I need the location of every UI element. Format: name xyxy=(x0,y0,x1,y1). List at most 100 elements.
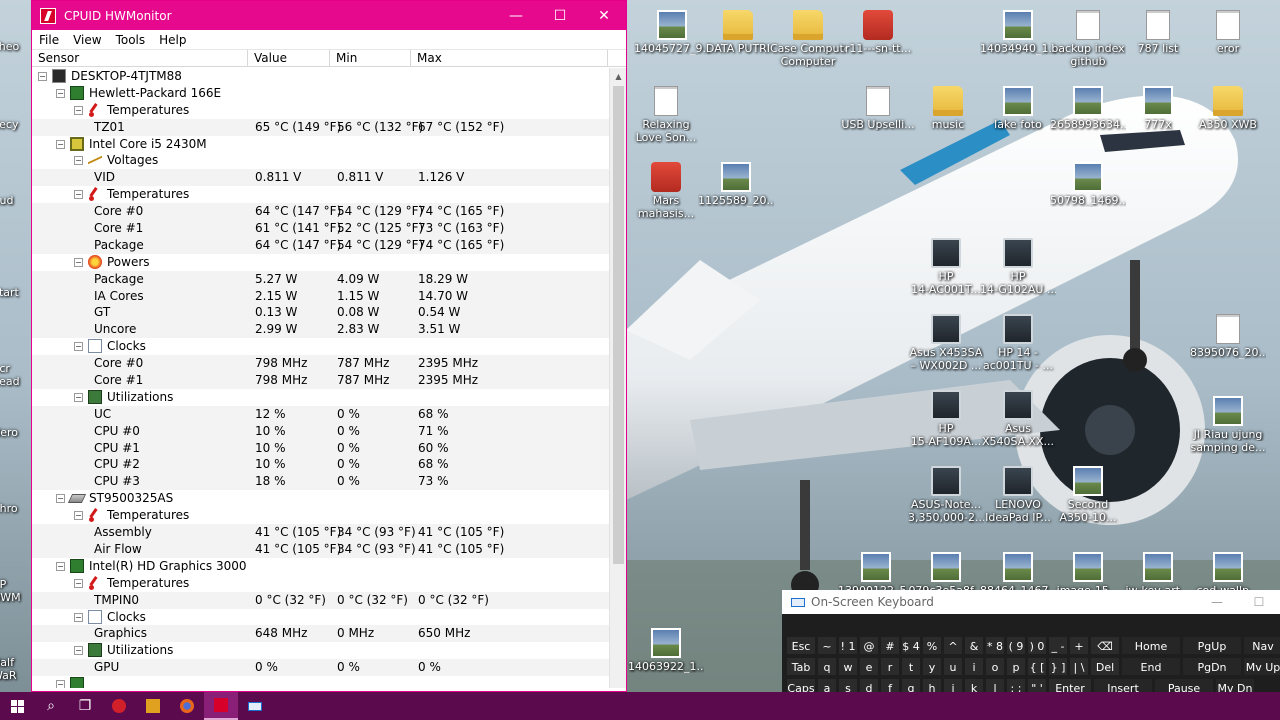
sensor-group-row[interactable]: − Temperatures xyxy=(32,102,609,119)
collapse-toggle-icon[interactable]: − xyxy=(74,511,83,521)
osk-key[interactable]: w xyxy=(838,657,858,676)
osk-key[interactable]: PgUp xyxy=(1182,636,1242,655)
osk-key[interactable]: i xyxy=(964,657,984,676)
osk-key[interactable]: _ - xyxy=(1048,636,1068,655)
osk-key[interactable]: ! 1 xyxy=(838,636,858,655)
desktop-icon[interactable]: HP 15-AF109A... xyxy=(908,390,984,448)
osk-key[interactable]: % 5 xyxy=(922,636,942,672)
column-value[interactable]: Value xyxy=(248,50,330,66)
desktop-icon-partial[interactable]: Theo xyxy=(0,40,32,53)
menu-tools[interactable]: Tools xyxy=(109,33,153,47)
sensor-reading-row[interactable]: CPU #2 10 % 0 % 68 % xyxy=(32,456,609,474)
sensor-reading-row[interactable]: Core #1 798 MHz 787 MHz 2395 MHz xyxy=(32,372,609,389)
sensor-reading-row[interactable]: TZ01 65 °C (149 °F) 56 °C (132 °F) 67 °C (1… xyxy=(32,118,609,136)
osk-maximize-button[interactable]: ☐ xyxy=(1238,595,1280,609)
sensor-group-row[interactable]: − Temperatures xyxy=(32,186,609,203)
desktop-icon[interactable]: 14045727_9... xyxy=(634,10,710,55)
osk-key[interactable]: ⌫ xyxy=(1090,636,1120,655)
desktop-icon[interactable]: Asus X453SA – WX002D ... xyxy=(908,314,984,372)
sensor-reading-row[interactable]: CPU #0 10 % 0 % 71 % xyxy=(32,422,609,440)
osk-key[interactable]: Home xyxy=(1121,636,1181,655)
sensor-reading-row[interactable]: VID 0.811 V 0.811 V 1.126 V xyxy=(32,169,609,187)
sensor-group-row[interactable]: − Voltages xyxy=(32,152,609,169)
column-max[interactable]: Max xyxy=(411,50,608,66)
desktop-icon[interactable]: A350 XWB xyxy=(1190,86,1266,131)
desktop-icon-partial[interactable]: Aud xyxy=(0,194,32,207)
osk-key[interactable]: ) 0 xyxy=(1027,636,1047,655)
desktop-icon[interactable]: 50798_1469... xyxy=(1050,162,1126,207)
osk-key[interactable]: Del xyxy=(1090,657,1120,676)
osk-key[interactable]: End xyxy=(1121,657,1181,676)
desktop-icon[interactable]: JI Riau ujung samping de... xyxy=(1190,396,1266,454)
osk-key[interactable]: PgDn xyxy=(1182,657,1242,676)
osk-key[interactable]: y xyxy=(922,657,942,676)
desktop-icon[interactable]: lake foto xyxy=(980,86,1056,131)
start-button[interactable] xyxy=(0,692,34,720)
menu-help[interactable]: Help xyxy=(152,33,193,47)
maximize-button[interactable]: ☐ xyxy=(538,1,582,30)
sensor-group-row[interactable]: − DESKTOP-4TJTM88 xyxy=(32,68,609,85)
collapse-toggle-icon[interactable]: − xyxy=(74,342,83,352)
collapse-toggle-icon[interactable]: − xyxy=(74,257,83,267)
osk-key[interactable]: r xyxy=(880,657,900,676)
desktop-icon[interactable]: HP 14-AC001T... xyxy=(908,238,984,296)
desktop-icon-partial[interactable]: Half WaR xyxy=(0,656,32,682)
collapse-toggle-icon[interactable]: − xyxy=(56,494,65,504)
menu-view[interactable]: View xyxy=(66,33,108,47)
osk-key[interactable]: { [ xyxy=(1027,657,1047,676)
sensor-group-row[interactable]: − Utilizations xyxy=(32,389,609,406)
osk-key[interactable]: Mv Up xyxy=(1243,657,1280,676)
osk-minimize-button[interactable]: — xyxy=(1196,595,1238,609)
search-button[interactable]: ⌕ xyxy=(34,692,68,720)
taskbar-app-tool[interactable] xyxy=(136,692,170,720)
collapse-toggle-icon[interactable]: − xyxy=(74,578,83,588)
scroll-up-arrow-icon[interactable]: ▲ xyxy=(610,68,627,85)
collapse-toggle-icon[interactable]: − xyxy=(74,105,83,115)
osk-key[interactable]: ~ ` xyxy=(817,636,837,672)
collapse-toggle-icon[interactable]: − xyxy=(74,392,83,402)
sensor-group-row[interactable]: − Utilizations xyxy=(32,642,609,659)
collapse-toggle-icon[interactable]: − xyxy=(74,156,83,166)
desktop-icon[interactable]: 2658993634... xyxy=(1050,86,1126,131)
osk-key[interactable]: Nav xyxy=(1243,636,1280,655)
desktop-icon[interactable]: r11---sn-tt... xyxy=(840,10,916,55)
sensor-reading-row[interactable]: Core #0 64 °C (147 °F) 54 °C (129 °F) 74 °C… xyxy=(32,203,609,221)
sensor-reading-row[interactable]: CPU #1 10 % 0 % 60 % xyxy=(32,439,609,457)
desktop-icon[interactable]: Relaxing Love Son... xyxy=(628,86,704,144)
minimize-button[interactable]: — xyxy=(494,1,538,30)
collapse-toggle-icon[interactable]: − xyxy=(74,612,83,622)
sensor-group-row[interactable]: − ST9500325AS xyxy=(32,490,609,507)
desktop-icon-partial[interactable]: Nero xyxy=(0,426,32,439)
desktop-icon[interactable]: 14063922_1... xyxy=(628,628,704,673)
desktop-icon[interactable]: 14034940_1... xyxy=(980,10,1056,55)
osk-key[interactable]: ( 9 xyxy=(1006,636,1026,655)
collapse-toggle-icon[interactable]: − xyxy=(56,561,65,571)
osk-key[interactable]: ^ 6 xyxy=(943,636,963,672)
desktop-icon[interactable]: 777x xyxy=(1120,86,1196,131)
taskbar-firefox[interactable] xyxy=(170,692,204,720)
osk-key[interactable]: Esc xyxy=(786,636,816,655)
osk-title-bar[interactable]: On-Screen Keyboard — ☐ xyxy=(782,590,1280,614)
sensor-group-row[interactable]: − Temperatures xyxy=(32,575,609,592)
desktop-icon-partial[interactable]: Recy xyxy=(0,118,32,131)
desktop-icon[interactable]: music xyxy=(910,86,986,131)
sensor-reading-row[interactable]: GT 0.13 W 0.08 W 0.54 W xyxy=(32,304,609,322)
sensor-reading-row[interactable]: Package 5.27 W 4.09 W 18.29 W xyxy=(32,270,609,288)
desktop-icon-partial[interactable]: Chro xyxy=(0,502,32,515)
scrollbar-thumb[interactable] xyxy=(613,86,624,564)
osk-key[interactable]: p xyxy=(1006,657,1026,676)
desktop-icon[interactable]: Mars mahasis... xyxy=(628,162,704,220)
close-button[interactable]: ✕ xyxy=(582,1,626,30)
desktop-icon[interactable]: 1125589_20... xyxy=(698,162,774,207)
taskbar-opera[interactable] xyxy=(102,692,136,720)
osk-key[interactable]: # 3 xyxy=(880,636,900,672)
osk-key[interactable]: Tab xyxy=(786,657,816,676)
desktop-icon[interactable]: HP 14-G102AU ... xyxy=(980,238,1056,296)
sensor-group-row[interactable]: − Temperatures xyxy=(32,507,609,524)
osk-key[interactable]: u xyxy=(943,657,963,676)
sensor-group-row[interactable]: − Intel(R) HD Graphics 3000 xyxy=(32,558,609,575)
sensor-reading-row[interactable]: CPU #3 18 % 0 % 73 % xyxy=(32,473,609,491)
sensor-group-row[interactable]: − xyxy=(32,676,609,688)
osk-key[interactable]: } ] xyxy=(1048,657,1068,676)
sensor-reading-row[interactable]: Core #0 798 MHz 787 MHz 2395 MHz xyxy=(32,355,609,373)
